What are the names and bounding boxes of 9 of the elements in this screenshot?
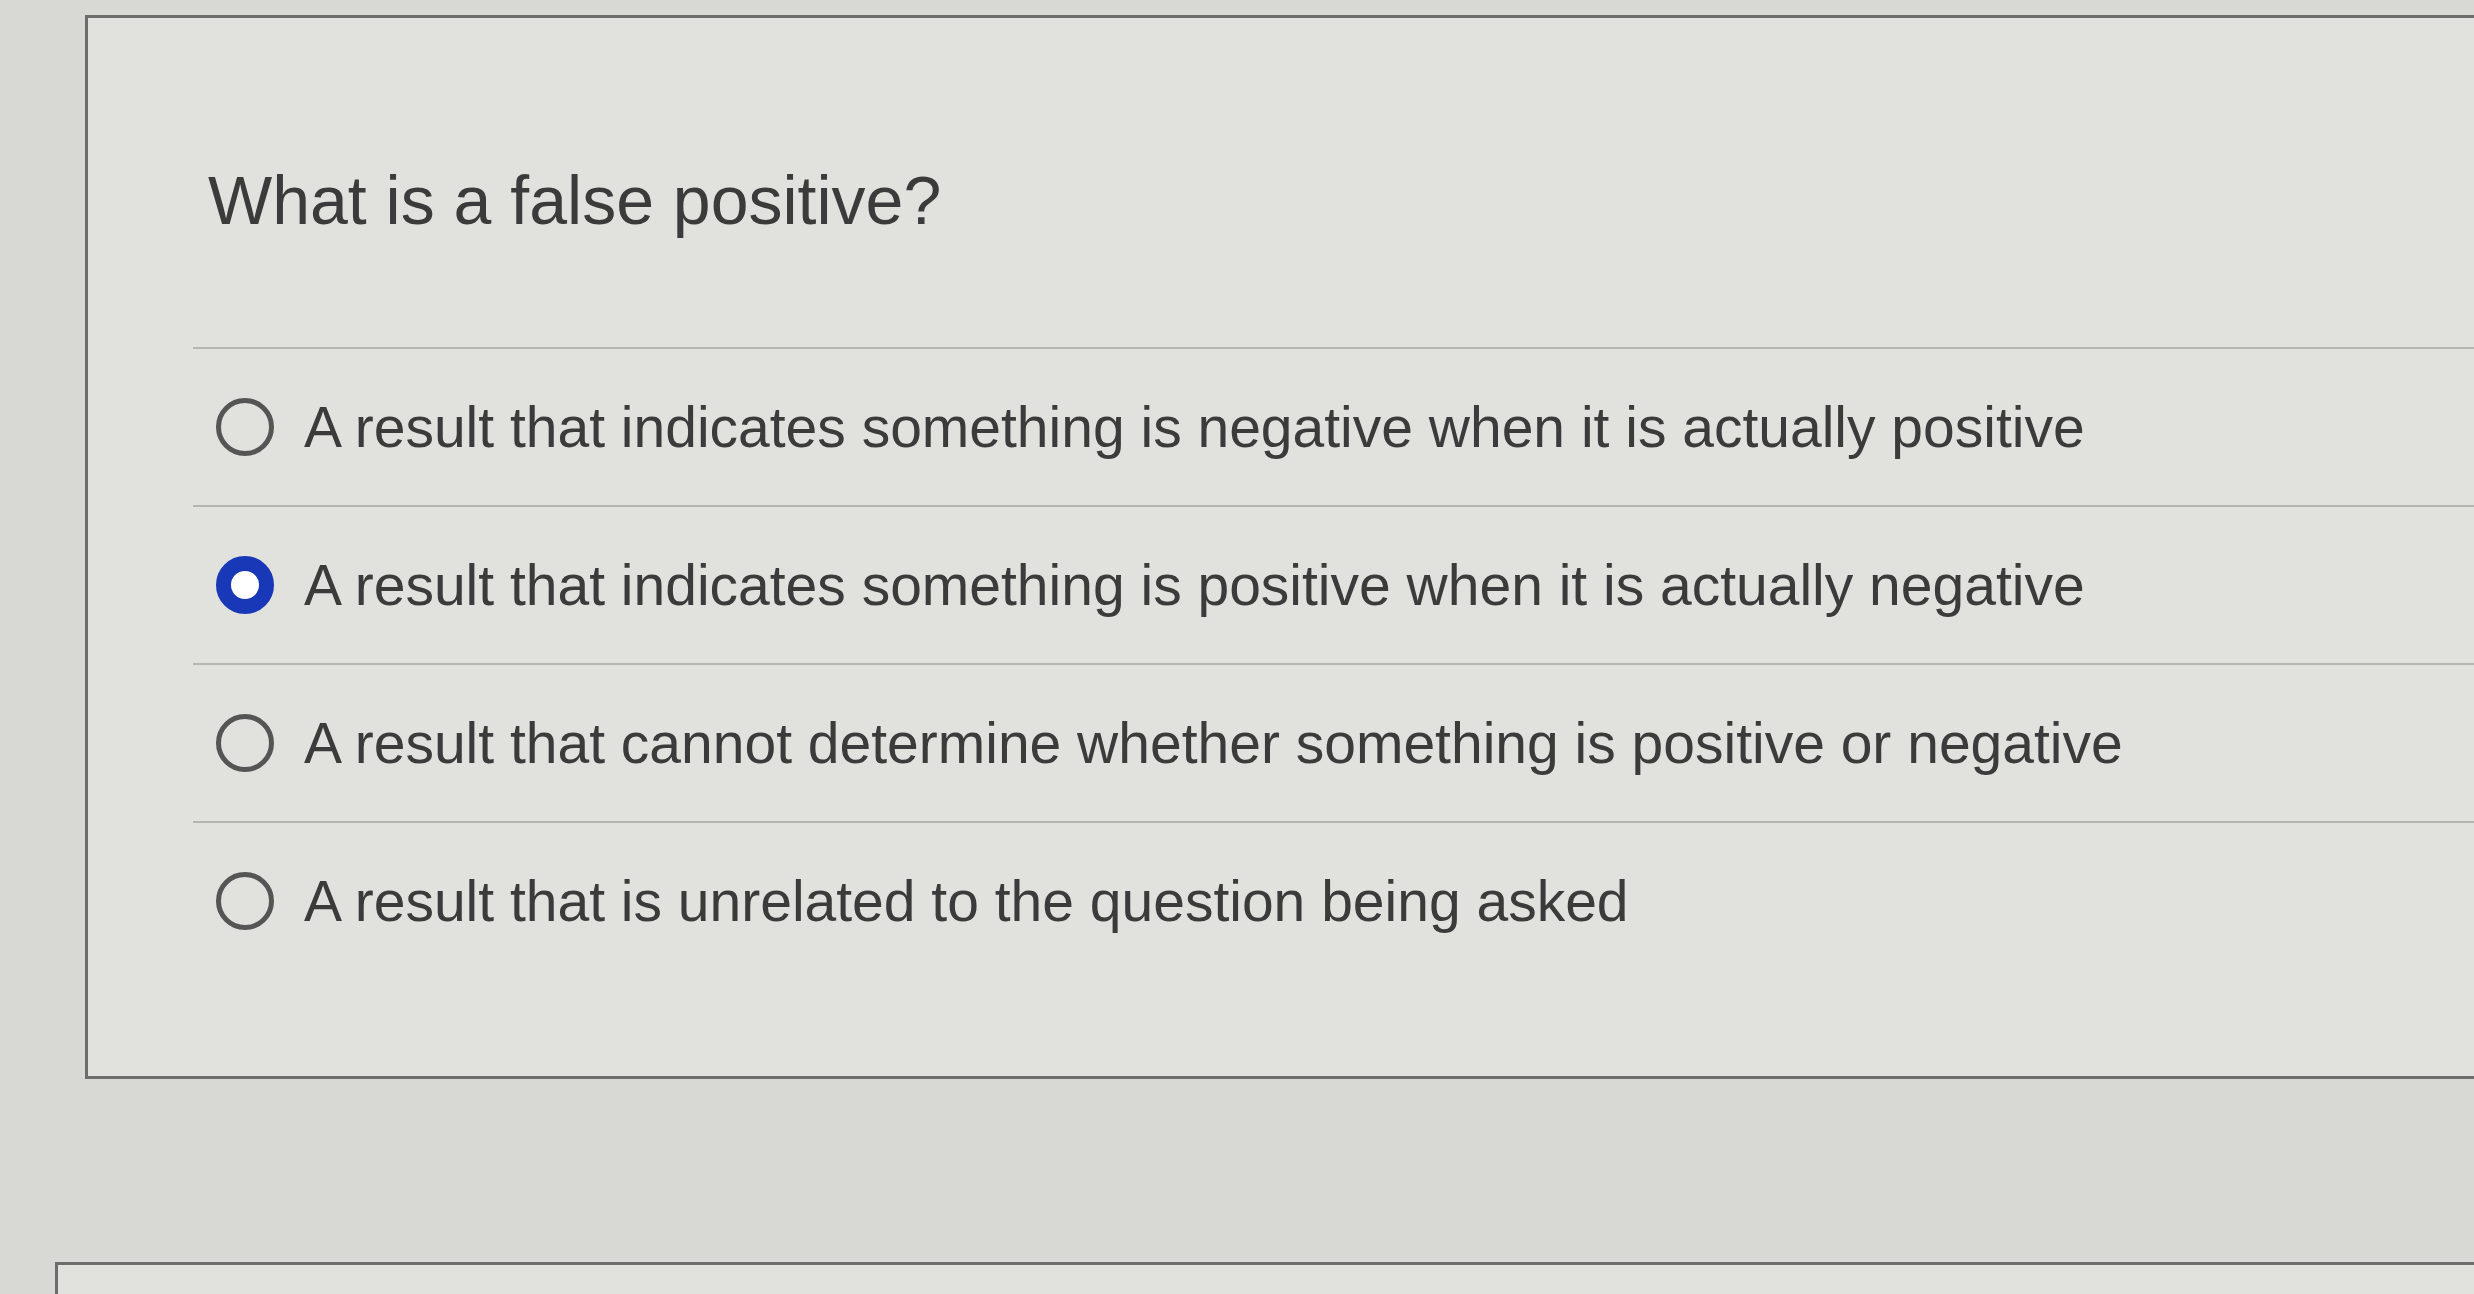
option-label[interactable]: A result that indicates something is positive when it is actually negative	[304, 550, 2085, 620]
option-label[interactable]: A result that is unrelated to the question being asked	[304, 866, 1629, 936]
radio-button[interactable]	[216, 872, 274, 930]
radio-button[interactable]	[216, 398, 274, 456]
option-label[interactable]: A result that indicates something is negative when it is actually positive	[304, 392, 2085, 462]
option-label[interactable]: A result that cannot determine whether something is positive or negative	[304, 708, 2123, 778]
question-text: What is a false positive?	[207, 161, 942, 240]
radio-button[interactable]	[216, 714, 274, 772]
radio-button[interactable]	[216, 556, 274, 614]
